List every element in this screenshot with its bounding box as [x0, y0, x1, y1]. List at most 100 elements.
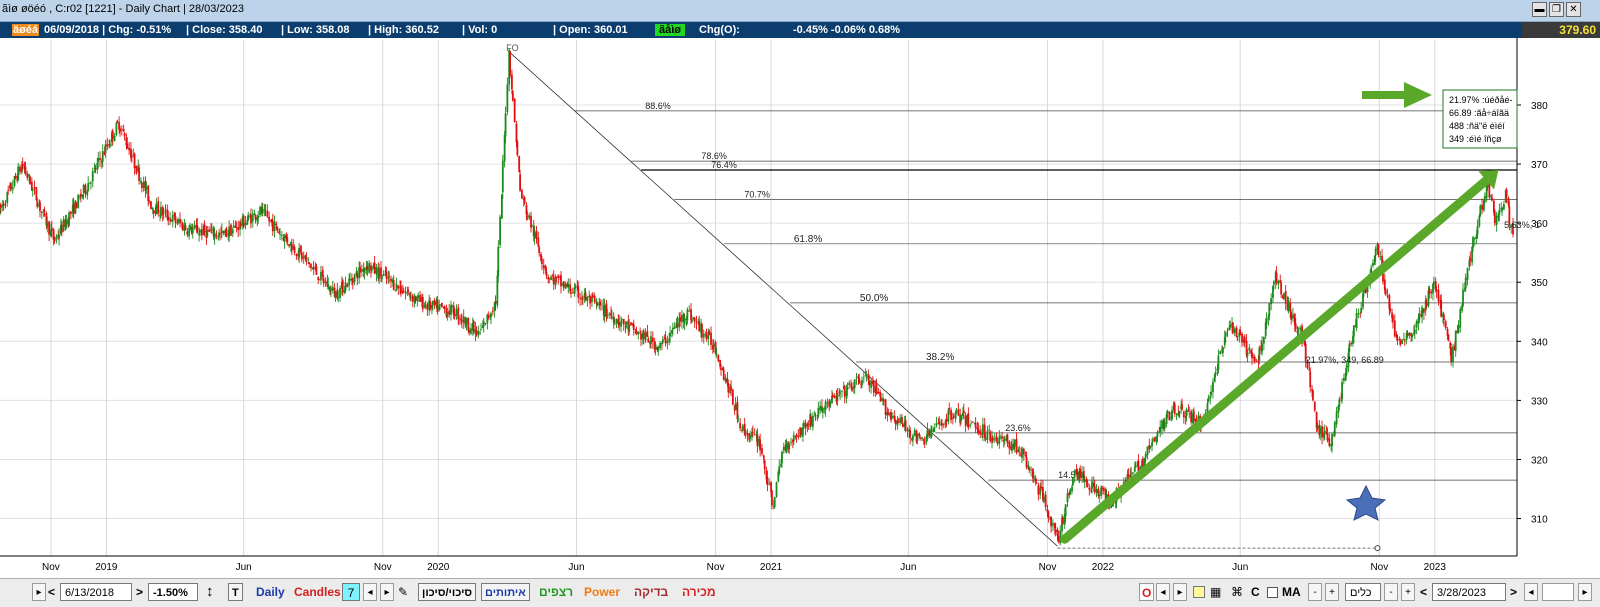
- candle-body: [664, 337, 667, 344]
- period-prev-button[interactable]: ◂: [363, 583, 377, 601]
- risk-reward-button[interactable]: סיכוי/סיכון: [418, 583, 477, 601]
- eraser-icon[interactable]: ✎: [398, 583, 408, 601]
- symbol-icon[interactable]: ⌘: [1231, 583, 1243, 601]
- close-button[interactable]: ✕: [1566, 2, 1581, 17]
- end-prev-button[interactable]: <: [1420, 583, 1427, 601]
- candle-body: [1493, 211, 1496, 224]
- percent-field[interactable]: -1.50%: [148, 583, 198, 601]
- candle-body: [222, 230, 225, 234]
- candle-body: [46, 221, 49, 228]
- prev-date-button[interactable]: <: [48, 583, 55, 601]
- candle-body: [603, 305, 606, 317]
- candle-body: [948, 408, 951, 410]
- candle-body: [933, 426, 936, 428]
- candle-body: [1452, 346, 1454, 363]
- power-button[interactable]: Power: [584, 583, 620, 601]
- candle-body: [487, 314, 490, 319]
- candle-body: [162, 211, 165, 214]
- symbol-label: äøéá: [12, 24, 40, 36]
- candle-body: [708, 331, 711, 335]
- candle-body: [99, 158, 101, 161]
- candle-body: [821, 407, 824, 414]
- c-button[interactable]: C: [1251, 583, 1260, 601]
- candle-body: [683, 318, 686, 324]
- candle-body: [33, 186, 36, 189]
- fibonacci-label: 76.4%: [711, 160, 737, 170]
- candle-body: [26, 173, 29, 178]
- period-next-button[interactable]: ▸: [380, 583, 394, 601]
- candle-body: [657, 347, 660, 351]
- candle-body: [964, 415, 967, 427]
- x-tick-label: Jun: [1232, 562, 1248, 573]
- candle-body: [417, 295, 420, 298]
- start-date-field[interactable]: 6/13/2018: [60, 583, 132, 601]
- check-button[interactable]: בדיקה: [634, 583, 668, 601]
- scroll-end-button[interactable]: ▸: [1578, 583, 1592, 601]
- o-prev-button[interactable]: ◂: [1156, 583, 1170, 601]
- maximize-button[interactable]: ❐: [1549, 2, 1564, 17]
- grid-icon[interactable]: ▦: [1210, 583, 1221, 601]
- candle-body: [1473, 237, 1476, 240]
- minimize-button[interactable]: ▬: [1532, 2, 1547, 17]
- candle-body: [564, 283, 567, 289]
- daily-button[interactable]: Daily: [256, 583, 285, 601]
- candle-body: [1457, 325, 1460, 333]
- candle-body: [1076, 472, 1079, 480]
- end-next-button[interactable]: >: [1510, 583, 1517, 601]
- signals-button[interactable]: איתותים: [481, 583, 530, 601]
- period-field[interactable]: 7: [342, 583, 360, 601]
- candle-body: [712, 343, 715, 347]
- candle-body: [1013, 439, 1016, 447]
- fibonacci-label: 70.7%: [744, 190, 770, 200]
- candle-body: [499, 216, 501, 245]
- tools-dropdown[interactable]: כלים: [1345, 583, 1381, 601]
- o-button[interactable]: O: [1139, 583, 1155, 601]
- candle-body: [1444, 321, 1447, 328]
- candle-body: [1159, 426, 1162, 433]
- candle-body: [1127, 474, 1130, 477]
- zoom-slider[interactable]: [1542, 583, 1574, 601]
- vertical-resize-icon[interactable]: ↕: [206, 583, 214, 601]
- tools-plus-button[interactable]: +: [1401, 583, 1415, 601]
- candle-body: [970, 423, 972, 425]
- candle-body: [637, 331, 640, 335]
- candle-body: [1079, 468, 1082, 478]
- ma-plus-button[interactable]: +: [1325, 583, 1339, 601]
- candle-body: [380, 275, 383, 279]
- candle-body: [571, 292, 574, 293]
- candle-body: [762, 455, 765, 459]
- ma-checkbox[interactable]: [1267, 587, 1278, 598]
- candle-body: [521, 189, 523, 199]
- candle-body: [450, 305, 453, 308]
- candle-body: [640, 333, 642, 340]
- y-tick-label: 370: [1531, 160, 1548, 171]
- candle-body: [170, 219, 172, 222]
- candles-button[interactable]: Candles: [294, 583, 341, 601]
- candle-body: [308, 262, 311, 265]
- window-title: ãìø øöéó , C:r02 [1221] - Daily Chart | …: [2, 3, 244, 15]
- end-date-field[interactable]: 3/28/2023: [1432, 583, 1506, 601]
- color-swatch[interactable]: [1193, 586, 1205, 598]
- candle-body: [1348, 343, 1351, 353]
- candle-body: [1360, 307, 1363, 313]
- ma-minus-button[interactable]: -: [1308, 583, 1322, 601]
- candle-body: [792, 435, 795, 442]
- price-chart[interactable]: 88.6%78.6%76.4%70.7%61.8%50.0%38.2%23.6%…: [0, 38, 1600, 578]
- candle-body: [82, 184, 85, 194]
- candle-body: [310, 264, 312, 269]
- candle-body: [11, 186, 14, 190]
- scroll-right-button[interactable]: ▸: [32, 583, 46, 601]
- sequences-button[interactable]: רצפים: [539, 583, 573, 601]
- candle-body: [923, 441, 926, 444]
- tools-minus-button[interactable]: -: [1384, 583, 1398, 601]
- sell-button[interactable]: מכירה: [682, 583, 716, 601]
- chg-open-values: -0.45% -0.06% 0.68%: [793, 24, 901, 36]
- text-tool-button[interactable]: T: [228, 583, 243, 601]
- candle-body: [1232, 322, 1234, 334]
- candle-body: [1284, 291, 1287, 304]
- candle-body: [899, 417, 902, 423]
- next-date-button[interactable]: >: [136, 583, 143, 601]
- scroll-left-button[interactable]: ◂: [1524, 583, 1538, 601]
- o-next-button[interactable]: ▸: [1173, 583, 1187, 601]
- candle-body: [782, 446, 785, 451]
